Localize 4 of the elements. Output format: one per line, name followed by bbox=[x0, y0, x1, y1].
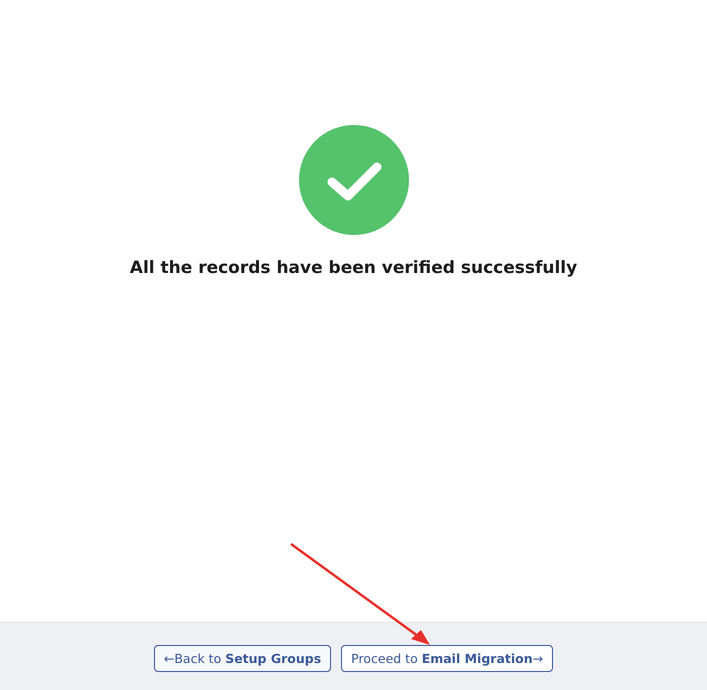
proceed-button[interactable]: Proceed to Email Migration→ bbox=[341, 645, 554, 672]
success-message: All the records have been verified successfully bbox=[130, 258, 578, 278]
success-check-icon bbox=[298, 125, 408, 235]
back-button[interactable]: ←Back to Setup Groups bbox=[154, 645, 332, 672]
